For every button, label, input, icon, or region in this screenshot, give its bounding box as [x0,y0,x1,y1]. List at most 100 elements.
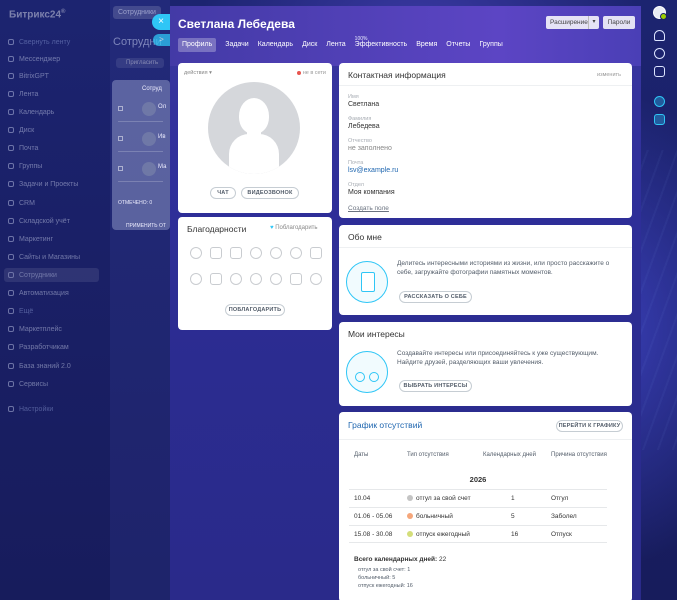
bell-icon[interactable] [654,30,665,41]
sidebar-item-more[interactable]: Ещё [8,305,33,317]
thank-button[interactable]: ПОБЛАГОДАРИТЬ [225,304,285,316]
sidebar-item-inventory[interactable]: Складской учёт [8,215,70,227]
flower-icon [290,273,302,285]
sidebar-item-calendar[interactable]: Календарь [8,106,54,118]
developers-icon [8,344,14,350]
sidebar-item-services[interactable]: Сервисы [8,378,48,390]
menu-icon [8,39,14,45]
interests-title: Мои интересы [348,329,405,339]
smile-icon [310,273,322,285]
create-field-link[interactable]: Создать поле [348,205,389,212]
tell-about-button[interactable]: РАССКАЗАТЬ О СЕБЕ [399,291,472,303]
star-icon [230,273,242,285]
chevron-down-icon[interactable]: ▾ [588,16,599,29]
background-list-header: Сотруд [142,86,162,92]
chat-button[interactable]: ЧАТ [210,187,236,199]
knowledge-icon [8,363,14,369]
drink-icon [290,247,302,259]
marketing-icon [8,236,14,242]
avatar[interactable] [208,82,300,174]
sidebar-item-developers[interactable]: Разработчикам [8,341,69,353]
heart-badge-icon [250,273,262,285]
sidebar-item-sites[interactable]: Сайты и Магазины [8,251,80,263]
absence-title[interactable]: График отсутствий [348,420,422,430]
sidebar-item-employees[interactable]: Сотрудники [4,268,99,282]
thanks-title: Благодарности [187,224,247,234]
efficiency-percent: 100% [354,36,368,42]
sidebar-item-settings[interactable]: Настройки [8,403,53,415]
tab-feed[interactable]: Лента [326,38,345,52]
type-dot [407,495,413,501]
sidebar-item-messenger[interactable]: Мессенджер [8,53,60,65]
field-first-name: Имя Светлана [348,94,380,108]
list-item: Ма [118,158,166,182]
profile-slider: Светлана Лебедева Расширение ▾ Пароли Про… [170,6,641,600]
bitrix24-logo[interactable]: Битрикс24® [9,9,65,20]
sidebar-item-crm[interactable]: CRM [8,197,35,209]
tab-time[interactable]: Время [416,38,437,52]
extension-button[interactable]: Расширение ▾ [546,16,599,29]
sidebar-item-gpt[interactable]: BitrixGPT [8,70,49,82]
automation-icon [8,290,14,296]
interests-card: Мои интересы Создавайте интересы или при… [339,322,632,406]
crm-icon [8,200,14,206]
sidebar-item-automation[interactable]: Автоматизация [8,287,69,299]
profile-tabs: Профиль Задачи Календарь Диск Лента 100%… [178,36,512,53]
email-link[interactable]: lsv@example.ru [348,167,398,174]
number-one-icon [190,273,202,285]
passwords-button[interactable]: Пароли [603,16,635,29]
tab-disk[interactable]: Диск [302,38,317,52]
expand-arrow-icon[interactable]: > [153,34,170,46]
table-row: 01.06 - 05.06 больничный 5 Заболел [349,507,607,525]
settings-icon [8,406,14,412]
tasks-icon [8,181,14,187]
inventory-icon [8,218,14,224]
user-avatar[interactable] [653,6,667,20]
tab-groups[interactable]: Группы [479,38,502,52]
feed-icon [8,91,14,97]
tab-efficiency[interactable]: 100% Эффективность [355,36,408,52]
tab-tasks[interactable]: Задачи [225,38,249,52]
sidebar-item-knowledge[interactable]: База знаний 2.0 [8,360,71,372]
tab-reports[interactable]: Отчеты [446,38,470,52]
absence-schedule-card: График отсутствий ПЕРЕЙТИ К ГРАФИКУ Даты… [339,412,632,600]
groups-icon [8,163,14,169]
crown-icon [270,247,282,259]
about-title: Обо мне [348,232,382,242]
tab-calendar[interactable]: Календарь [258,38,293,52]
money-icon [250,247,262,259]
search-icon[interactable] [654,48,665,59]
tab-profile[interactable]: Профиль [178,38,217,52]
calendar-icon[interactable] [654,114,665,125]
about-text: Делитесь интересными историями из жизни,… [397,260,610,276]
contact-info-card: Контактная информация изменить Имя Светла… [339,63,632,218]
field-department: Отдел Моя компания [348,182,395,196]
sidebar-item-marketplace[interactable]: Маркетплейс [8,323,62,335]
sidebar-item-groups[interactable]: Группы [8,160,42,172]
offline-dot-icon [296,70,301,75]
mail-icon [8,145,14,151]
sidebar-item-feed[interactable]: Лента [8,88,38,100]
edit-link[interactable]: изменить [597,72,621,78]
sidebar-item-mail[interactable]: Почта [8,142,38,154]
page-title: Светлана Лебедева [178,17,295,31]
col-days: Календарных дней [483,452,536,458]
sidebar-item-marketing[interactable]: Маркетинг [8,233,53,245]
copy-icon[interactable] [654,66,665,77]
sidebar-item-tasks[interactable]: Задачи и Проекты [8,178,78,190]
breakdown-line: больничный: 5 [358,575,396,581]
choose-interests-button[interactable]: ВЫБРАТЬ ИНТЕРЕСЫ [399,380,472,392]
sidebar-collapse[interactable]: Свернуть ленту [8,36,70,48]
field-email: Почта lsv@example.ru [348,160,399,174]
left-sidebar: Битрикс24® Свернуть ленту Мессенджер Bit… [0,0,110,600]
flag-icon [210,273,222,285]
chat-bubble-icon[interactable] [654,96,665,107]
background-employee-list: Сотруд Ол Ив Ма ОТМЕЧЕНО: 0 ПРИМЕНИТЬ ОТ [112,80,170,230]
field-patronymic: Отчество не заполнено [348,138,392,152]
sidebar-item-disk[interactable]: Диск [8,124,34,136]
goto-schedule-button[interactable]: ПЕРЕЙТИ К ГРАФИКУ [556,420,623,432]
video-call-button[interactable]: ВИДЕОЗВОНОК [241,187,299,199]
actions-menu[interactable]: действия ▾ [184,70,212,76]
close-icon[interactable]: × [152,14,170,30]
thank-link[interactable]: ♥ Поблагодарить [270,225,318,231]
